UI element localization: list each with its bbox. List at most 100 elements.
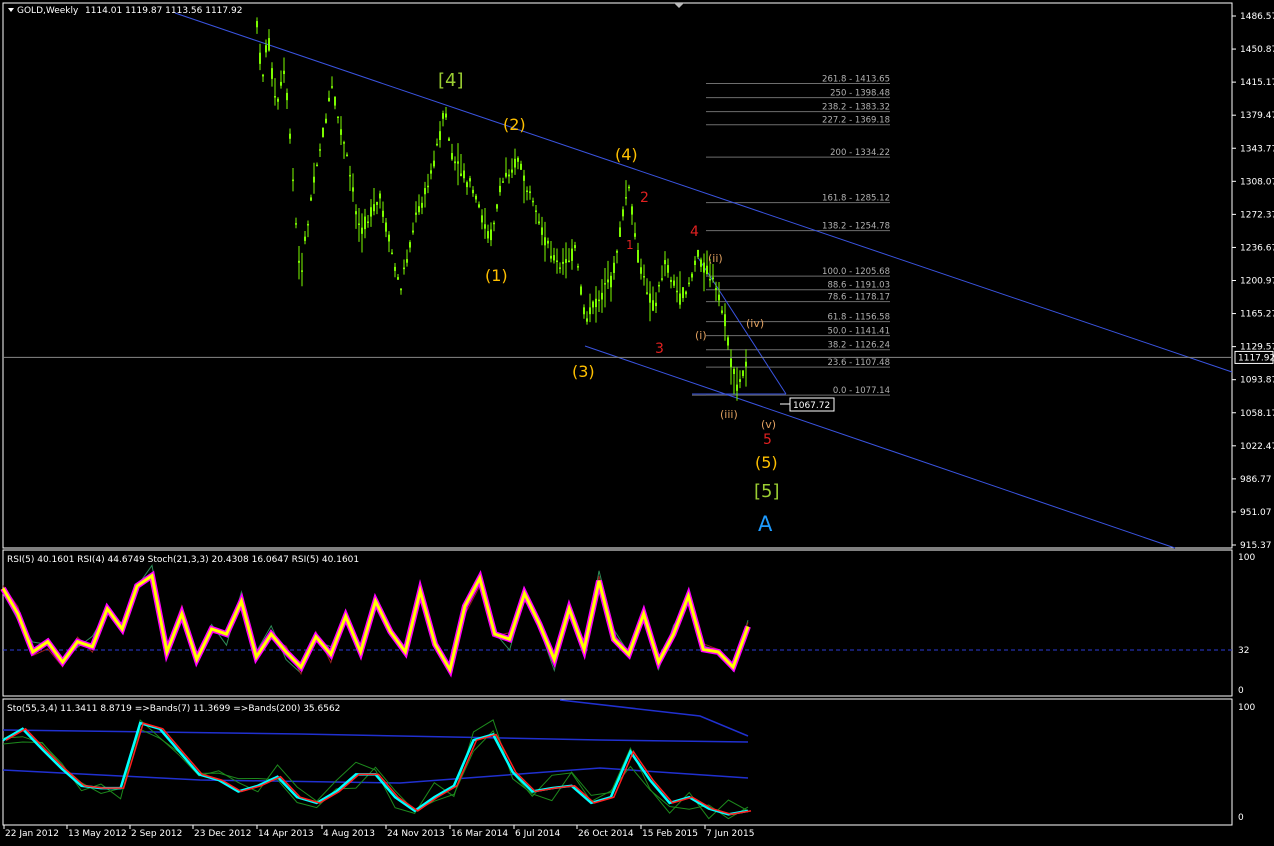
x-tick-label: 13 May 2012 (68, 829, 127, 839)
time-axis: 22 Jan 2012 13 May 2012 2 Sep 2012 23 Dec 2… (3, 825, 754, 839)
price-tick-label: 1058.17 (1240, 409, 1274, 419)
candle-body (514, 158, 516, 168)
dropdown-triangle-icon[interactable] (8, 8, 14, 12)
x-tick-label: 15 Feb 2015 (642, 829, 698, 839)
price-tick-label: 1450.87 (1240, 45, 1274, 55)
candle-body (301, 270, 303, 272)
x-tick-label: 4 Aug 2013 (323, 829, 375, 839)
fib-level-label: 238.2 - 1383.32 (822, 103, 890, 113)
candle-body (508, 174, 510, 177)
upper-channel-line (174, 12, 1233, 373)
candle-body (439, 131, 441, 141)
fib-level-label: 200 - 1334.22 (830, 148, 890, 158)
candle-body (745, 361, 747, 367)
candle-body (346, 154, 348, 157)
candle-body (712, 277, 714, 280)
candle-body (670, 279, 672, 282)
candle-body (379, 193, 381, 199)
price-tick-label: 951.07 (1240, 508, 1272, 518)
bands200-line (2, 729, 749, 743)
candle-body (367, 221, 369, 224)
candle-body (493, 222, 495, 225)
candle-body (676, 290, 678, 293)
candle-body (628, 186, 630, 189)
rsi-tick-0: 0 (1238, 686, 1244, 696)
candle-body (529, 191, 531, 194)
candle-body (610, 275, 612, 288)
candle-body (358, 223, 360, 225)
candle-body (313, 176, 315, 183)
candle-body (280, 81, 282, 86)
candle-body (694, 260, 696, 265)
candle-body (310, 197, 312, 201)
candle-body (511, 169, 513, 173)
candle-body (547, 240, 549, 244)
wave-label-red-2: 2 (640, 190, 649, 206)
fib-level-label: 138.2 - 1254.78 (822, 222, 890, 232)
candle-body (436, 143, 438, 146)
wave-label-2: (2) (503, 115, 526, 134)
fib-level-label: 161.8 - 1285.12 (822, 194, 890, 204)
fib-level-label: 261.8 - 1413.65 (822, 75, 890, 85)
sto-tick-100: 100 (1238, 703, 1255, 713)
candle-body (616, 250, 618, 253)
candle-body (646, 292, 648, 294)
candle-body (718, 294, 720, 301)
candle-body (688, 282, 690, 285)
candle-body (523, 175, 525, 181)
candle-body (727, 337, 729, 346)
candle-body (466, 182, 468, 188)
candle-body (406, 259, 408, 263)
price-tick-label: 986.77 (1240, 475, 1272, 485)
fib-level-label: 23.6 - 1107.48 (827, 358, 890, 368)
candle-body (661, 278, 663, 280)
candle-body (643, 276, 645, 278)
candle-body (262, 74, 264, 77)
price-tick-label: 1200.97 (1240, 277, 1274, 287)
shift-marker-icon (674, 3, 684, 8)
candle-body (586, 318, 588, 322)
candle-body (640, 267, 642, 274)
candle-body (721, 310, 723, 313)
wave-label-5: (5) (755, 453, 778, 472)
candle-body (496, 204, 498, 209)
candle-body (679, 293, 681, 305)
sto-panel-label: Sto(55,3,4) 11.3411 8.8719 =>Bands(7) 11… (7, 704, 340, 714)
candle-body (298, 260, 300, 263)
candle-body (451, 153, 453, 160)
candle-body (364, 216, 366, 230)
x-tick-label: 16 Mar 2014 (451, 829, 508, 839)
candle-body (520, 163, 522, 170)
candle-body (316, 164, 318, 167)
candle-body (691, 273, 693, 278)
fib-level-label: 100.0 - 1205.68 (822, 267, 890, 277)
candle-body (649, 293, 651, 303)
candle-body (604, 283, 606, 285)
candle-body (709, 278, 711, 281)
x-tick-label: 2 Sep 2012 (131, 829, 182, 839)
candle-body (355, 211, 357, 215)
candle-body (469, 178, 471, 182)
wave-label-v: (v) (761, 418, 776, 431)
candle-body (706, 265, 708, 275)
candle-body (388, 234, 390, 242)
candle-body (733, 368, 735, 375)
candle-body (382, 210, 384, 217)
candle-body (445, 113, 447, 118)
candle-body (499, 185, 501, 193)
candle-body (517, 157, 519, 162)
rsi-tick-100: 100 (1238, 553, 1255, 563)
candle-body (271, 68, 273, 79)
candle-body (736, 384, 738, 391)
x-tick-label: 24 Nov 2013 (387, 829, 445, 839)
x-tick-label: 7 Jun 2015 (706, 829, 754, 839)
candle-body (334, 96, 336, 106)
candle-body (526, 190, 528, 193)
candle-body (673, 280, 675, 286)
candle-body (268, 38, 270, 51)
wave-label-big-5: [5] (754, 481, 780, 502)
candle-body (361, 227, 363, 234)
candle-body (562, 261, 564, 264)
candle-body (664, 260, 666, 265)
sto-signal-line (5, 722, 752, 816)
